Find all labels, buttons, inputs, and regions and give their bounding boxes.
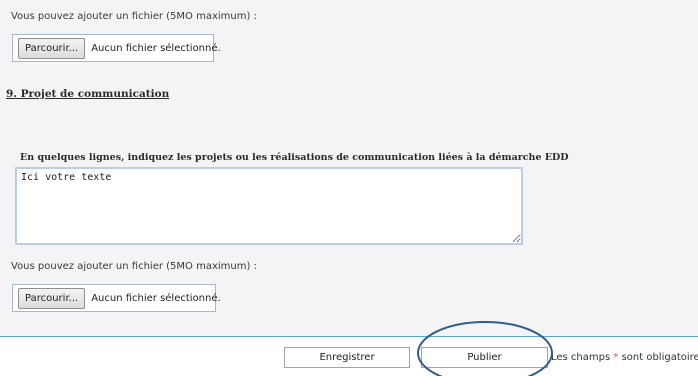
file-status-text: Aucun fichier sélectionné. [91,42,221,54]
file-input[interactable]: Parcourir... Aucun fichier sélectionné. [12,34,221,62]
upload-hint: Vous pouvez ajouter un fichier (5MO maxi… [11,261,257,272]
field-label: En quelques lignes, indiquez les projets… [20,152,569,163]
upload-hint: Vous pouvez ajouter un fichier (5MO maxi… [11,11,257,22]
required-star: * [613,352,619,363]
file-input[interactable]: Parcourir... Aucun fichier sélectionné. [12,284,221,312]
file-status-text: Aucun fichier sélectionné. [91,292,221,304]
form-panel: Vous pouvez ajouter un fichier (5MO maxi… [0,0,698,336]
form-footer: Enregistrer Publier Les champs * sont ob… [0,337,698,376]
publish-button[interactable]: Publier [421,347,548,368]
required-note-suffix: sont obligatoires! [621,352,698,363]
browse-button[interactable]: Parcourir... [18,287,86,309]
required-note-prefix: Les champs [551,352,611,363]
browse-button[interactable]: Parcourir... [18,37,86,59]
communication-projects-textarea[interactable]: Ici votre texte [15,167,523,245]
required-fields-note: Les champs * sont obligatoires! [551,352,698,363]
save-button[interactable]: Enregistrer [284,347,410,368]
section-heading: 9. Projet de communication [6,88,170,100]
